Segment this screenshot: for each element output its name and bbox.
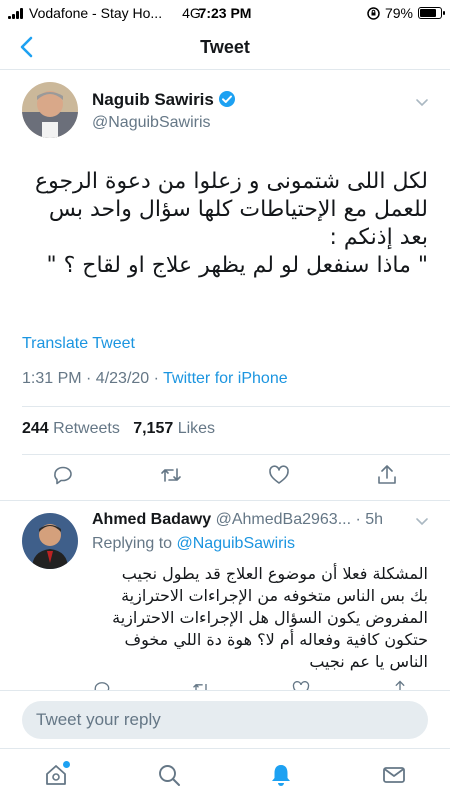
retweets-label: Retweets — [53, 420, 120, 437]
share-icon[interactable] — [390, 679, 410, 690]
tweet-meta: 1:31 PM · 4/23/20 · Twitter for iPhone — [22, 370, 288, 388]
author-handle[interactable]: @NaguibSawiris — [92, 114, 211, 132]
reply-header: Ahmed Badawy @AhmedBa2963... · 5h — [92, 511, 383, 529]
tweet-text-line: لكل اللى شتمونى و زعلوا من دعوة الرجوع — [34, 169, 428, 194]
likes-stat[interactable]: 7,157 Likes — [133, 420, 215, 437]
reply-author-handle[interactable]: @AhmedBa2963... — [216, 511, 351, 528]
tab-home[interactable] — [38, 757, 74, 793]
battery-percent: 79% — [384, 5, 413, 21]
reply-actions — [92, 679, 410, 690]
reply-tweet[interactable]: Ahmed Badawy @AhmedBa2963... · 5h Replyi… — [0, 500, 450, 690]
reply-author-name[interactable]: Ahmed Badawy — [92, 511, 211, 528]
divider — [22, 454, 450, 455]
nav-bar: Tweet — [0, 26, 450, 70]
reply-icon — [54, 466, 72, 485]
author-name[interactable]: Naguib Sawiris — [92, 90, 236, 110]
tweet-text: لكل اللى شتمونى و زعلوا من دعوة الرجوع ل… — [22, 168, 428, 280]
tweet-menu-button[interactable] — [414, 94, 430, 115]
share-icon — [378, 465, 396, 484]
share-button[interactable] — [374, 462, 400, 488]
orientation-lock-icon — [367, 6, 380, 20]
tweet-stats: 244 Retweets 7,157 Likes — [22, 420, 215, 438]
replying-to: Replying to @NaguibSawiris — [92, 535, 295, 553]
messages-icon — [382, 766, 405, 783]
tab-bar — [0, 748, 450, 800]
tweet-text-line: بعد إذنكم : — [329, 225, 428, 250]
tweet-text-line: للعمل مع الإحتياطات كلها سؤال واحد بس — [48, 197, 428, 222]
reply-avatar[interactable] — [22, 513, 78, 569]
tweet-actions — [22, 462, 428, 488]
chevron-down-icon — [416, 99, 428, 107]
reply-text-line: بك بس الناس متخوفه من الإجراءات الاحتراز… — [121, 586, 428, 605]
like-icon — [269, 465, 289, 484]
replying-to-link[interactable]: @NaguibSawiris — [177, 535, 296, 552]
tab-notifications[interactable] — [263, 757, 299, 793]
reply-text-line: حتكون كافية وفعاله أم لا؟ هوة دة اللي مخ… — [124, 630, 429, 649]
reply-menu-button[interactable] — [414, 513, 430, 534]
retweets-count: 244 — [22, 420, 49, 437]
search-icon — [158, 764, 180, 786]
reply-text-line: المشكلة فعلا أن موضوع العلاج قد يطول نجي… — [121, 564, 428, 583]
verified-badge-icon — [218, 91, 235, 107]
notifications-icon — [272, 764, 291, 786]
tab-messages[interactable] — [376, 757, 412, 793]
tweet-text-line: " ماذا سنفعل لو لم يظهر علاج او لقاح ؟ " — [46, 253, 428, 278]
likes-count: 7,157 — [133, 420, 174, 437]
author-avatar[interactable] — [22, 82, 78, 138]
reply-text-line: الناس يا عم نجيب — [309, 652, 428, 671]
like-icon[interactable] — [291, 679, 311, 690]
like-button[interactable] — [266, 462, 292, 488]
reply-text: المشكلة فعلا أن موضوع العلاج قد يطول نجي… — [92, 563, 428, 673]
battery-icon — [418, 7, 445, 19]
reply-text-line: المفروض يكون السؤال هل الإجراءات الاحترا… — [112, 608, 428, 627]
retweet-icon[interactable] — [191, 679, 211, 690]
retweet-icon — [161, 468, 181, 482]
tweet-source-link[interactable]: Twitter for iPhone — [163, 370, 288, 387]
battery-fill — [420, 9, 436, 17]
status-right: 79% — [367, 5, 445, 21]
compose-bar — [0, 690, 450, 748]
author-name-text: Naguib Sawiris — [92, 90, 214, 109]
tab-search[interactable] — [151, 757, 187, 793]
chevron-down-icon — [416, 518, 428, 526]
reply-input[interactable] — [22, 701, 428, 739]
replying-prefix: Replying to — [92, 535, 173, 552]
page-title: Tweet — [200, 37, 250, 57]
reply-time: · 5h — [355, 511, 384, 528]
retweets-stat[interactable]: 244 Retweets — [22, 420, 120, 437]
likes-label: Likes — [177, 420, 216, 437]
divider — [22, 406, 450, 407]
reply-icon[interactable] — [92, 679, 112, 690]
reply-button[interactable] — [50, 462, 76, 488]
unread-dot — [63, 760, 71, 768]
status-bar: Vodafone - Stay Ho... 4G 7:23 PM 79% — [0, 0, 450, 26]
translate-tweet-link[interactable]: Translate Tweet — [22, 335, 135, 353]
retweet-button[interactable] — [158, 462, 184, 488]
tweet-timestamp: 1:31 PM · 4/23/20 · — [22, 370, 159, 387]
